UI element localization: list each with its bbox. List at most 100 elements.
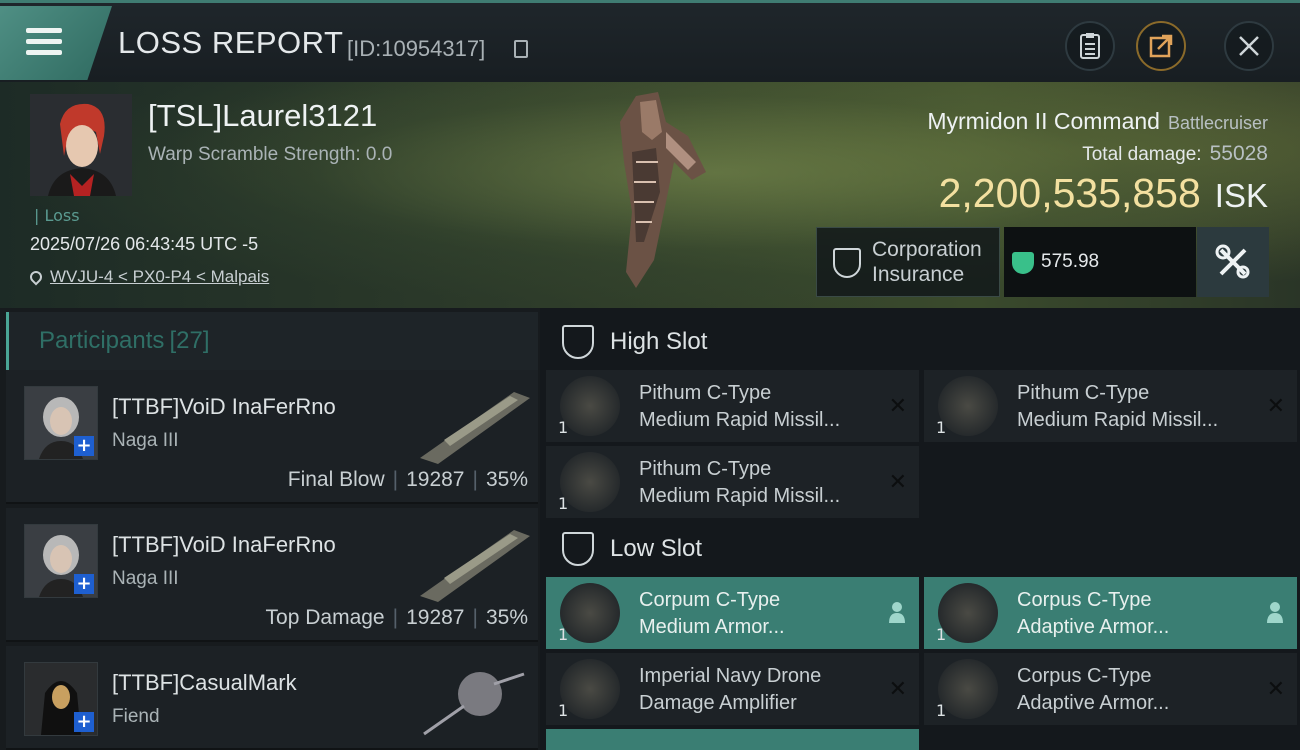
module-quantity: 1 <box>558 701 569 720</box>
module-name: Pithum C-Type Medium Rapid Missil... <box>639 382 841 431</box>
adaptive-armor-icon <box>938 583 998 643</box>
missile-launcher-icon <box>938 376 998 436</box>
high-slot-icon <box>562 325 594 359</box>
module-item[interactable]: 1 Pithum C-Type Medium Rapid Missil... ✕ <box>924 370 1297 442</box>
drone-damage-amplifier-icon <box>560 659 620 719</box>
module-item[interactable]: 1 Pithum C-Type Medium Rapid Missil... ✕ <box>546 446 919 518</box>
module-quantity: 1 <box>558 418 569 437</box>
destroyed-x-icon: ✕ <box>888 677 907 702</box>
victim-name[interactable]: [TSL]Laurel3121 <box>148 98 377 134</box>
module-item[interactable]: 1 Imperial Navy Drone Damage Amplifier ✕ <box>546 653 919 725</box>
wrench-screwdriver-icon <box>1215 244 1250 279</box>
clipboard-button[interactable] <box>1065 21 1115 71</box>
high-slot-heading: High Slot <box>548 312 707 372</box>
participant-ship-image <box>423 672 525 736</box>
module-item[interactable]: 1 Corpus C-Type Adaptive Armor... <box>924 577 1297 649</box>
participants-heading: Participants <box>39 327 165 354</box>
warp-scramble-strength: Warp Scramble Strength: 0.0 <box>148 144 393 165</box>
armor-repairer-icon <box>560 583 620 643</box>
loss-datetime: 2025/07/26 06:43:45 UTC -5 <box>30 234 259 254</box>
isk-amount: 2,200,535,858 <box>938 170 1201 216</box>
module-item[interactable]: 1 Pithum C-Type Medium Rapid Missil... ✕ <box>546 370 919 442</box>
report-id: [ID:10954317] <box>347 36 486 61</box>
menu-button[interactable] <box>0 6 112 80</box>
insurance-shield-icon <box>833 248 861 278</box>
module-item[interactable]: 1 Corpus C-Type Adaptive Armor... ✕ <box>924 653 1297 725</box>
participant-ship-image <box>420 392 530 464</box>
participant-card[interactable]: + [TTBF]CasualMark Fiend <box>6 646 538 750</box>
participant-stats: Top Damage | 19287 | 35% <box>265 606 528 629</box>
module-item[interactable]: 1 Corpum C-Type Medium Armor... <box>546 577 919 649</box>
module-quantity: 1 <box>936 625 947 644</box>
module-name: Corpus C-Type Adaptive Armor... <box>1017 589 1170 638</box>
module-name: Pithum C-Type Medium Rapid Missil... <box>639 458 841 507</box>
module-quantity: 1 <box>558 494 569 513</box>
module-quantity: 1 <box>558 625 569 644</box>
participant-ship: Naga III <box>112 568 179 589</box>
dropped-person-icon <box>889 602 905 623</box>
add-contact-icon[interactable]: + <box>74 574 94 594</box>
page-title: LOSS REPORT <box>118 25 344 60</box>
top-bar: LOSS REPORT [ID:10954317] <box>0 0 1300 82</box>
participant-ship-image <box>420 530 530 602</box>
total-damage-label: Total damage: <box>1082 144 1202 165</box>
adaptive-armor-icon <box>938 659 998 719</box>
insurance-value: 575.98 <box>1041 251 1100 272</box>
dropped-person-icon <box>1267 602 1283 623</box>
victim-header: [TSL]Laurel3121 Warp Scramble Strength: … <box>0 82 1300 308</box>
total-damage: Total damage: 55028 <box>1082 142 1268 166</box>
location-pin-icon <box>27 268 45 286</box>
low-slot-label: Low Slot <box>610 535 703 562</box>
location-text: WVJU-4 < PX0-P4 < Malpais <box>50 267 270 286</box>
location-link[interactable]: WVJU-4 < PX0-P4 < Malpais <box>27 267 270 287</box>
close-button[interactable] <box>1224 21 1274 71</box>
missile-launcher-icon <box>560 452 620 512</box>
destroyed-x-icon: ✕ <box>888 394 907 419</box>
participant-name: [TTBF]CasualMark <box>112 670 297 695</box>
module-quantity: 1 <box>936 701 947 720</box>
module-item-partial[interactable] <box>546 729 919 750</box>
module-quantity: 1 <box>936 418 947 437</box>
ship-image <box>620 92 706 288</box>
participant-card[interactable]: + [TTBF]VoiD InaFerRno Naga III Final Bl… <box>6 370 538 504</box>
destroyed-x-icon: ✕ <box>888 470 907 495</box>
destroyed-x-icon: ✕ <box>1266 677 1285 702</box>
fitting-button[interactable] <box>1197 227 1269 297</box>
participants-panel: Participants [27] + [TTBF]VoiD InaFerRno… <box>0 308 540 750</box>
module-name: Corpum C-Type Medium Armor... <box>639 589 785 638</box>
add-contact-icon[interactable]: + <box>74 436 94 456</box>
insurance-token-icon <box>1012 252 1034 274</box>
participant-ship: Fiend <box>112 706 160 727</box>
ship-model: Myrmidon II Command <box>927 108 1160 134</box>
ship-name[interactable]: Myrmidon II Command Battlecruiser <box>927 108 1268 135</box>
low-slot-heading: Low Slot <box>548 519 702 579</box>
participants-count: [27] <box>169 327 210 354</box>
participant-name: [TTBF]VoiD InaFerRno <box>112 394 336 419</box>
isk-value: 2,200,535,858 ISK <box>939 170 1268 217</box>
participants-header: Participants [27] <box>6 312 538 370</box>
corporation-insurance[interactable]: Corporation Insurance <box>816 227 1000 297</box>
missile-launcher-icon <box>560 376 620 436</box>
low-slot-icon <box>562 532 594 566</box>
victim-portrait[interactable] <box>30 94 132 196</box>
module-name: Imperial Navy Drone Damage Amplifier <box>639 665 822 714</box>
insurance-value-box: 575.98 <box>1004 227 1196 297</box>
close-icon <box>1239 36 1259 56</box>
copy-icon[interactable] <box>514 40 528 58</box>
total-damage-value: 55028 <box>1209 142 1268 165</box>
add-contact-icon[interactable]: + <box>74 712 94 732</box>
high-slot-label: High Slot <box>610 328 708 355</box>
participant-ship: Naga III <box>112 430 179 451</box>
share-icon <box>1149 34 1173 58</box>
module-name: Pithum C-Type Medium Rapid Missil... <box>1017 382 1219 431</box>
insurance-label: Corporation Insurance <box>872 238 982 286</box>
loss-tag: | Loss <box>34 206 80 225</box>
module-name: Corpus C-Type Adaptive Armor... <box>1017 665 1170 714</box>
participant-stats: Final Blow | 19287 | 35% <box>287 468 528 491</box>
participant-card[interactable]: + [TTBF]VoiD InaFerRno Naga III Top Dama… <box>6 508 538 642</box>
share-button[interactable] <box>1136 21 1186 71</box>
participant-name: [TTBF]VoiD InaFerRno <box>112 532 336 557</box>
clipboard-icon <box>1080 33 1100 59</box>
destroyed-x-icon: ✕ <box>1266 394 1285 419</box>
ship-class: Battlecruiser <box>1167 113 1268 133</box>
